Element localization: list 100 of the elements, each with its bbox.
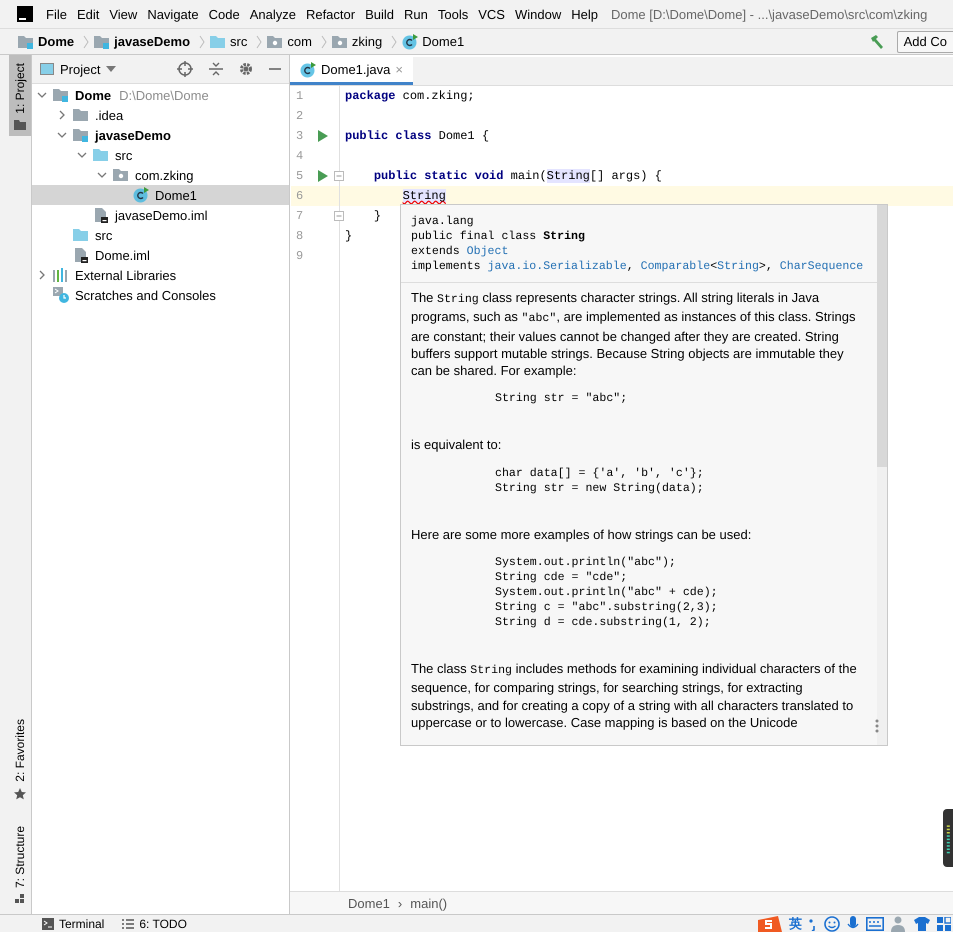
editor-tab[interactable]: Dome1.java × bbox=[290, 57, 413, 85]
menu-item[interactable]: Help bbox=[566, 6, 603, 22]
code-line: } bbox=[345, 229, 352, 243]
doc-paragraph: Here are some more examples of how strings can be used: bbox=[411, 526, 752, 544]
tree-item[interactable]: Dome1 bbox=[32, 185, 289, 205]
breadcrumb[interactable]: com bbox=[287, 34, 312, 49]
grid-icon[interactable] bbox=[937, 916, 951, 930]
tool-window-button[interactable]: 6: TODO bbox=[139, 916, 187, 930]
code-line: public class Dome1 { bbox=[345, 129, 490, 143]
project-view-selector[interactable]: Project bbox=[60, 62, 116, 76]
line-number: 9 bbox=[295, 249, 304, 263]
tree-item[interactable]: javaseDemo bbox=[32, 125, 289, 145]
folder-icon bbox=[73, 128, 89, 142]
package-icon bbox=[113, 168, 129, 182]
more-options-icon[interactable] bbox=[875, 719, 879, 734]
tree-item[interactable]: Dome D:\Dome\Dome bbox=[32, 85, 289, 105]
package-icon bbox=[267, 34, 284, 48]
folder-icon bbox=[14, 120, 26, 130]
file-icon bbox=[73, 247, 89, 263]
menu-item[interactable]: VCS bbox=[473, 6, 510, 22]
chevron-icon bbox=[199, 34, 206, 48]
tree-item[interactable]: src bbox=[32, 225, 289, 245]
doc-code-example: String str = "abc"; bbox=[494, 391, 628, 406]
punctuation-icon[interactable] bbox=[809, 916, 817, 930]
doc-paragraph: The class String includes methods for examining individual characters of the sequence, for comparing strings, for searching strings, for extracting substrings, and for creating a copy of a string with all characters translated to uppercase or to lowercase. Case mapping is based on the Unicode bbox=[411, 660, 858, 732]
doc-paragraph: is equivalent to: bbox=[411, 436, 502, 454]
terminal-icon bbox=[42, 918, 54, 930]
chevron-icon bbox=[256, 34, 262, 48]
menu-item[interactable]: Code bbox=[204, 6, 245, 22]
doc-signature-line: implements java.io.Serializable, Comparable<String>, CharSequence bbox=[411, 259, 864, 274]
line-number: 3 bbox=[295, 129, 304, 143]
breadcrumb-separator: › bbox=[398, 896, 402, 910]
chevron-icon bbox=[391, 34, 398, 48]
folder-icon bbox=[53, 88, 69, 102]
breadcrumb[interactable]: Dome bbox=[38, 34, 74, 49]
editor-breadcrumb[interactable]: Dome1 bbox=[348, 896, 390, 910]
settings-icon[interactable] bbox=[239, 62, 253, 76]
fold-marker-icon[interactable] bbox=[334, 211, 344, 221]
editor-breadcrumb[interactable]: main() bbox=[410, 896, 448, 910]
breadcrumb[interactable]: Dome1 bbox=[422, 34, 464, 49]
project-view-icon bbox=[40, 63, 54, 75]
menu-item[interactable]: Analyze bbox=[244, 6, 301, 22]
tool-window-tab[interactable]: 1: Project bbox=[9, 55, 31, 136]
smiley-icon[interactable] bbox=[824, 916, 840, 932]
code-line: package com.zking; bbox=[345, 89, 475, 103]
file-icon bbox=[93, 207, 109, 223]
fold-marker-icon[interactable] bbox=[334, 171, 344, 181]
doc-signature-line: extends Object bbox=[411, 244, 510, 259]
menu-item[interactable]: Refactor bbox=[300, 6, 360, 22]
run-icon[interactable] bbox=[318, 130, 328, 142]
input-method-logo-icon[interactable] bbox=[756, 916, 782, 932]
volume-meter-icon bbox=[943, 809, 953, 867]
line-number: 2 bbox=[295, 109, 304, 123]
class-icon bbox=[133, 187, 149, 203]
folder-icon bbox=[93, 148, 109, 162]
run-icon[interactable] bbox=[318, 170, 328, 182]
tool-window-tab[interactable]: 7: Structure bbox=[9, 818, 31, 910]
tree-item[interactable]: com.zking bbox=[32, 165, 289, 185]
breadcrumb[interactable]: zking bbox=[352, 34, 382, 49]
tree-item[interactable]: Scratches and Consoles bbox=[32, 285, 289, 305]
tree-item[interactable]: javaseDemo.iml bbox=[32, 205, 289, 225]
list-icon bbox=[122, 918, 134, 930]
doc-signature-line: java.lang bbox=[411, 214, 475, 229]
add-configuration-button[interactable]: Add Co bbox=[896, 30, 953, 52]
chevron-icon bbox=[320, 34, 327, 48]
tree-item[interactable]: Dome.iml bbox=[32, 245, 289, 265]
star-icon bbox=[14, 788, 26, 800]
breadcrumb[interactable]: src bbox=[230, 34, 248, 49]
menu-item[interactable]: Window bbox=[510, 6, 566, 22]
tool-window-button[interactable]: Terminal bbox=[59, 916, 104, 930]
menu-item[interactable]: Run bbox=[399, 6, 433, 22]
tree-item[interactable]: src bbox=[32, 145, 289, 165]
menu-item[interactable]: Edit bbox=[72, 6, 104, 22]
line-number: 6 bbox=[295, 189, 304, 203]
line-number: 7 bbox=[295, 209, 304, 223]
doc-paragraph: The String class represents character strings. All string literals in Java programs, such as "abc", are implemented as instances of this class. Strings are constant; their values cannot be changed after they are created. String buffers support mutable strings. Because String objects are immutable they can be shared. For example: bbox=[411, 289, 856, 380]
hammer-icon[interactable] bbox=[868, 34, 885, 50]
collapse-all-icon[interactable] bbox=[209, 62, 223, 76]
tree-item[interactable]: .idea bbox=[32, 105, 289, 125]
folder-icon bbox=[73, 108, 89, 122]
menu-item[interactable]: Tools bbox=[432, 6, 474, 22]
locate-icon[interactable] bbox=[177, 61, 193, 77]
menu-item[interactable]: Navigate bbox=[142, 6, 204, 22]
doc-code-example: System.out.println("abc"); String cde = "cde"; System.out.println("abc" + cde); String c = "abc".substring(2,3); String d = cde.substring(1, 2); bbox=[494, 555, 719, 630]
doc-signature-line: public final class String bbox=[411, 229, 586, 244]
tool-window-tab[interactable]: 2: Favorites bbox=[9, 711, 31, 806]
class-icon bbox=[402, 34, 418, 50]
line-number: 5 bbox=[295, 169, 304, 183]
shirt-icon[interactable] bbox=[914, 916, 930, 930]
input-mode-toggle[interactable]: 英 bbox=[789, 915, 802, 932]
breadcrumb[interactable]: javaseDemo bbox=[114, 34, 190, 49]
menu-item[interactable]: View bbox=[104, 6, 142, 22]
menu-item[interactable]: File bbox=[41, 6, 72, 22]
dropdown-arrow-icon[interactable] bbox=[106, 66, 116, 72]
scrollbar-thumb[interactable] bbox=[877, 205, 887, 467]
keyboard-icon[interactable] bbox=[866, 916, 884, 930]
tree-item[interactable]: External Libraries bbox=[32, 265, 289, 285]
line-number: 4 bbox=[295, 149, 304, 163]
menu-item[interactable]: Build bbox=[360, 6, 400, 22]
folder-icon bbox=[94, 34, 110, 48]
